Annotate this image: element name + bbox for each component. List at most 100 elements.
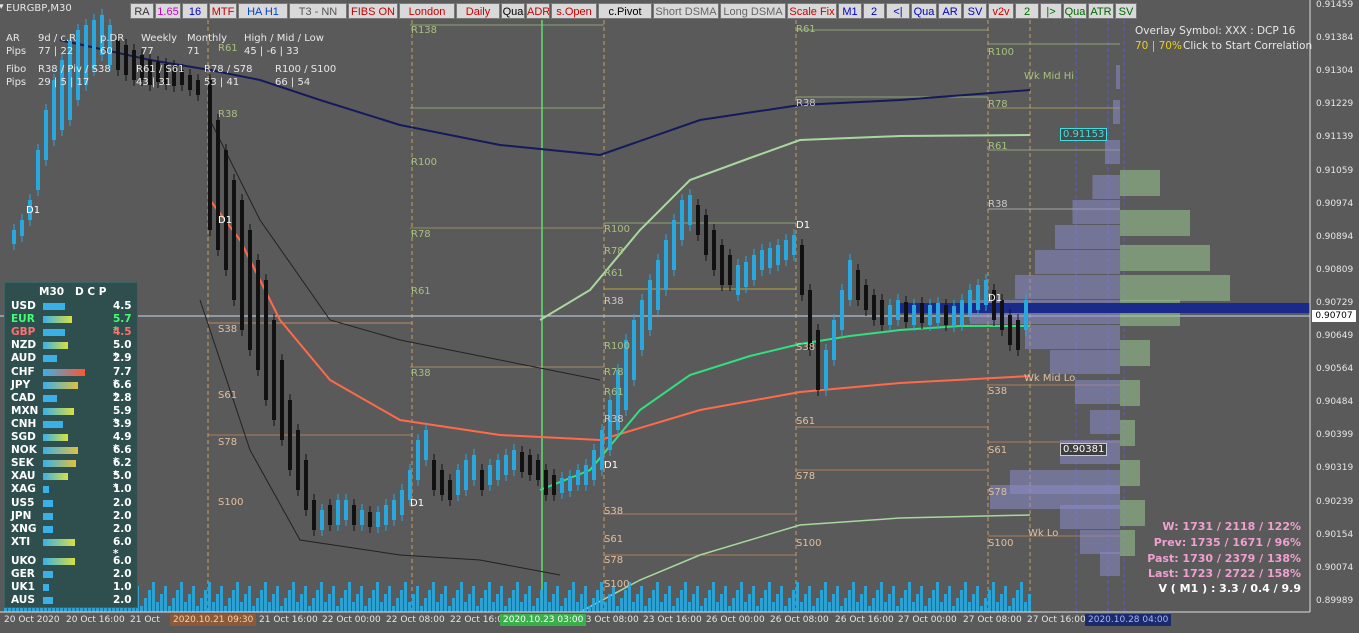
- price-tick: 0.90649: [1316, 331, 1354, 341]
- candle-body: [976, 285, 980, 310]
- time-tick: 27 Oct 00:00: [898, 615, 957, 625]
- toolbar-button-mtf-3[interactable]: MTF: [209, 3, 237, 19]
- currency-name: CAD: [11, 391, 36, 404]
- strength-value: 1.0: [113, 483, 132, 496]
- level-label: S78: [988, 487, 1008, 498]
- toolbar-button-london-7[interactable]: London: [399, 3, 455, 19]
- toolbar-button-v2v-22[interactable]: v2v: [988, 3, 1014, 19]
- toolbar-button-s-open-11[interactable]: s.Open: [551, 3, 597, 19]
- candle-body: [424, 430, 428, 460]
- toolbar-button-short-dsma-13[interactable]: Short DSMA: [653, 3, 719, 19]
- currency-row-aus[interactable]: AUS 2.0: [5, 594, 139, 607]
- currency-row-nok[interactable]: NOK 6.6 *: [5, 444, 139, 468]
- candle-body: [1008, 315, 1012, 345]
- price-tick: 0.90729: [1316, 297, 1354, 308]
- toolbar-button-c-pivot-12[interactable]: c.Pivot: [598, 3, 652, 19]
- toolbar-button-scale-fix-15[interactable]: Scale Fix: [787, 3, 837, 19]
- volume-bar: [536, 598, 539, 612]
- volume-profile-bar: [1050, 350, 1120, 374]
- currency-row-jpn[interactable]: JPN 2.0: [5, 510, 139, 523]
- currency-name: SEK: [11, 457, 34, 470]
- toolbar-button-ar-20[interactable]: AR: [938, 3, 962, 19]
- volume-bar: [476, 606, 479, 612]
- currency-row-jpy[interactable]: JPY 6.6 *: [5, 379, 139, 403]
- candle-body: [720, 245, 724, 285]
- volume-bar: [924, 606, 927, 612]
- candle-body: [680, 200, 684, 240]
- currency-row-xng[interactable]: XNG 2.0: [5, 523, 139, 536]
- info-row2-0: Pips: [6, 46, 27, 57]
- volume-bar: [160, 594, 163, 612]
- volume-bar: [344, 590, 347, 612]
- toolbar-button-t3-nn-5[interactable]: T3 - NN: [289, 3, 347, 19]
- currency-row-eur[interactable]: EUR 5.7 *: [5, 313, 139, 337]
- candle-body: [960, 300, 964, 325]
- volume-bar: [576, 602, 579, 612]
- toolbar-button-ha-h1-4[interactable]: HA H1: [238, 3, 288, 19]
- currency-row-xau[interactable]: XAU 5.0 *: [5, 470, 139, 494]
- candle-body: [92, 20, 96, 70]
- currency-row-gbp[interactable]: GBP 4.5: [5, 326, 139, 339]
- time-highlight-2: 2020.10.28 04:00: [1085, 614, 1172, 626]
- toolbar-button--24[interactable]: |>: [1040, 3, 1062, 19]
- currency-row-uko[interactable]: UKO 6.0: [5, 555, 139, 568]
- currency-row-ger[interactable]: GER 2.0: [5, 568, 139, 581]
- candle-body: [920, 303, 924, 323]
- currency-row-xag[interactable]: XAG 1.0: [5, 483, 139, 496]
- candle-body: [272, 320, 276, 420]
- currency-row-sek[interactable]: SEK 6.2 *: [5, 457, 139, 481]
- toolbar-button-2-23[interactable]: 2: [1015, 3, 1039, 19]
- toolbar-button-sv-27[interactable]: SV: [1115, 3, 1137, 19]
- currency-row-nzd[interactable]: NZD 5.0 *: [5, 339, 139, 363]
- price-tick: 0.90399: [1316, 430, 1354, 441]
- currency-row-usd[interactable]: USD 4.5: [5, 300, 139, 313]
- volume-bar: [528, 586, 531, 612]
- currency-row-uk1[interactable]: UK1 1.0: [5, 581, 139, 594]
- currency-row-sgd[interactable]: SGD 4.9 *: [5, 431, 139, 455]
- strength-value: 3.9: [113, 417, 132, 430]
- toolbar-button-daily-8[interactable]: Daily: [456, 3, 500, 19]
- toolbar-button-atr-26[interactable]: ATR: [1088, 3, 1114, 19]
- currency-row-xti[interactable]: XTI 6.0 *: [5, 536, 139, 560]
- candle-body: [520, 452, 524, 472]
- volume-bar: [148, 590, 151, 612]
- info-row4-0: Pips: [6, 77, 27, 88]
- toolbar-button-qua-19[interactable]: Qua: [911, 3, 937, 19]
- toolbar-button--18[interactable]: <|: [886, 3, 910, 19]
- volume-bar: [592, 598, 595, 612]
- currency-row-chf[interactable]: CHF 7.7 *: [5, 366, 139, 390]
- strength-bar: [43, 329, 65, 337]
- currency-row-cad[interactable]: CAD 2.8: [5, 392, 139, 405]
- volume-bar: [860, 594, 863, 612]
- toolbar-button-2-17[interactable]: 2: [863, 3, 885, 19]
- currency-row-cnh[interactable]: CNH 3.9: [5, 418, 139, 431]
- volume-bar: [880, 582, 883, 612]
- candle-body: [208, 80, 212, 230]
- dropdown-icon[interactable]: ▾: [0, 2, 4, 12]
- level-label: R38: [411, 368, 431, 379]
- toolbar-button-qua-9[interactable]: Qua: [501, 3, 525, 19]
- toolbar-button-1-65-1[interactable]: 1.65: [155, 3, 181, 19]
- volume-bar: [956, 598, 959, 612]
- toolbar-button-ra-0[interactable]: RA: [130, 3, 154, 19]
- candle-body: [744, 262, 748, 287]
- toolbar-button-fibs-on-6[interactable]: FIBS ON: [348, 3, 398, 19]
- currency-name: CNH: [11, 417, 37, 430]
- toolbar-button-m1-16[interactable]: M1: [838, 3, 862, 19]
- currency-row-mxn[interactable]: MXN 5.9 *: [5, 405, 139, 429]
- volume-bar: [912, 602, 915, 612]
- toolbar-button-qua-25[interactable]: Qua: [1063, 3, 1087, 19]
- toolbar-button-sv-21[interactable]: SV: [963, 3, 987, 19]
- volume-bar: [832, 594, 835, 612]
- toolbar-button-16-2[interactable]: 16: [182, 3, 208, 19]
- volume-bar: [664, 594, 667, 612]
- currency-row-us5[interactable]: US5 2.0: [5, 497, 139, 510]
- volume-bar: [796, 582, 799, 612]
- currency-row-aud[interactable]: AUD 2.9: [5, 352, 139, 365]
- start-correlation-link[interactable]: Click to Start Correlation: [1183, 40, 1312, 52]
- toolbar-button-adr-10[interactable]: ADR: [526, 3, 550, 19]
- volume-bar: [708, 590, 711, 612]
- volume-bar: [648, 598, 651, 612]
- level-label: R38: [988, 199, 1008, 210]
- toolbar-button-long-dsma-14[interactable]: Long DSMA: [720, 3, 786, 19]
